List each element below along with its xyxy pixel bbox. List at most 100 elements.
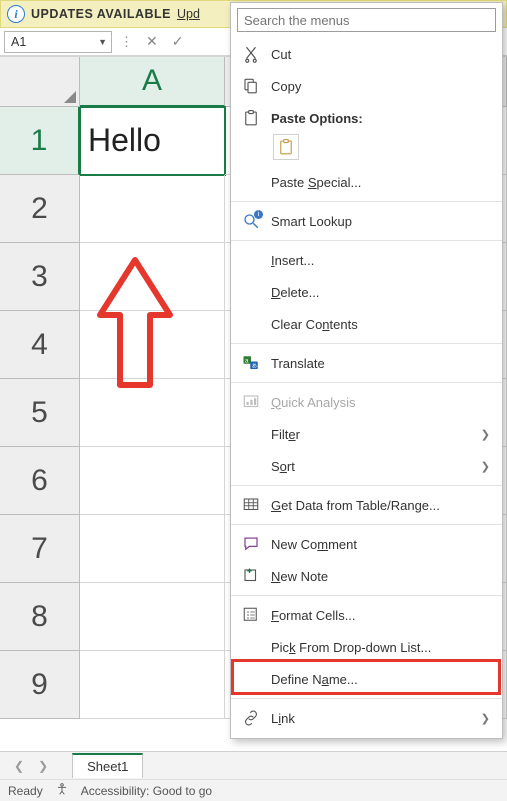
menu-divider <box>231 343 502 344</box>
status-ready: Ready <box>8 784 43 798</box>
menu-cut[interactable]: Cut <box>231 38 502 70</box>
menu-sort[interactable]: Sort ❯ <box>231 450 502 482</box>
menu-search-input[interactable] <box>237 8 496 32</box>
status-bar: Ready Accessibility: Good to go <box>0 779 507 801</box>
cell-a6[interactable] <box>80 447 225 515</box>
menu-divider <box>231 698 502 699</box>
svg-text:あ: あ <box>252 363 257 370</box>
menu-paste-options: Paste Options: <box>231 102 502 134</box>
name-box-value: A1 <box>11 35 26 49</box>
row-header-3[interactable]: 3 <box>0 243 80 311</box>
row-header-1[interactable]: 1 <box>0 107 80 175</box>
status-accessibility: Accessibility: Good to go <box>81 784 212 798</box>
menu-pick-list-label: Pick From Drop-down List... <box>271 640 490 655</box>
select-all-corner[interactable] <box>0 57 80 107</box>
comment-icon <box>241 535 261 553</box>
search-icon: i <box>241 212 261 230</box>
cell-a8[interactable] <box>80 583 225 651</box>
menu-paste-special[interactable]: Paste Special... <box>231 166 502 198</box>
menu-divider <box>231 201 502 202</box>
table-icon <box>241 496 261 514</box>
context-menu: Cut Copy Paste Options: Paste Special...… <box>230 2 503 739</box>
chevron-right-icon: ❯ <box>481 460 490 473</box>
menu-filter-label: Filter <box>271 427 471 442</box>
menu-insert[interactable]: Insert... <box>231 244 502 276</box>
cell-a5[interactable] <box>80 379 225 447</box>
updates-link[interactable]: Upd <box>177 7 200 21</box>
sheet-tabs: ❮ ❯ Sheet1 <box>0 751 507 779</box>
menu-link-label: Link <box>271 711 471 726</box>
row-header-9[interactable]: 9 <box>0 651 80 719</box>
menu-divider <box>231 382 502 383</box>
menu-delete-label: Delete... <box>271 285 490 300</box>
menu-clear-contents-label: Clear Contents <box>271 317 490 332</box>
accessibility-icon <box>55 782 69 799</box>
sheet-nav-next[interactable]: ❯ <box>34 759 52 773</box>
menu-filter[interactable]: Filter ❯ <box>231 418 502 450</box>
menu-clear-contents[interactable]: Clear Contents <box>231 308 502 340</box>
translate-icon: aあ <box>241 354 261 372</box>
row-header-5[interactable]: 5 <box>0 379 80 447</box>
format-cells-icon <box>241 606 261 624</box>
paste-default-button[interactable] <box>273 134 299 160</box>
row-header-6[interactable]: 6 <box>0 447 80 515</box>
row-header-7[interactable]: 7 <box>0 515 80 583</box>
menu-translate-label: Translate <box>271 356 490 371</box>
menu-quick-analysis-label: Quick Analysis <box>271 395 490 410</box>
menu-new-comment-label: New Comment <box>271 537 490 552</box>
accept-formula-icon[interactable]: ✓ <box>168 33 188 50</box>
sheet-tab-sheet1[interactable]: Sheet1 <box>72 753 143 778</box>
menu-new-note[interactable]: New Note <box>231 560 502 592</box>
menu-new-note-label: New Note <box>271 569 490 584</box>
cell-a2[interactable] <box>80 175 225 243</box>
name-box[interactable]: A1 ▼ <box>4 31 112 53</box>
row-header-8[interactable]: 8 <box>0 583 80 651</box>
sheet-tab-label: Sheet1 <box>87 759 128 774</box>
note-icon <box>241 567 261 585</box>
menu-define-name[interactable]: Define Name... <box>231 663 502 695</box>
info-icon: i <box>7 5 25 23</box>
copy-icon <box>241 77 261 95</box>
menu-translate[interactable]: aあ Translate <box>231 347 502 379</box>
row-header-2[interactable]: 2 <box>0 175 80 243</box>
menu-paste-special-label: Paste Special... <box>271 175 490 190</box>
menu-copy-label: Copy <box>271 79 490 94</box>
menu-delete[interactable]: Delete... <box>231 276 502 308</box>
menu-format-cells[interactable]: Format Cells... <box>231 599 502 631</box>
chevron-right-icon: ❯ <box>481 712 490 725</box>
chevron-down-icon[interactable]: ▼ <box>98 37 107 47</box>
menu-search-wrap <box>237 8 496 32</box>
updates-text: UPDATES AVAILABLE <box>31 7 171 21</box>
chevron-right-icon: ❯ <box>481 428 490 441</box>
formula-bar-grip: ⋮ <box>118 34 136 50</box>
quick-analysis-icon <box>241 393 261 411</box>
menu-link[interactable]: Link ❯ <box>231 702 502 734</box>
cell-a9[interactable] <box>80 651 225 719</box>
menu-quick-analysis: Quick Analysis <box>231 386 502 418</box>
menu-pick-list[interactable]: Pick From Drop-down List... <box>231 631 502 663</box>
menu-paste-options-label: Paste Options: <box>271 111 490 126</box>
cut-icon <box>241 45 261 63</box>
column-header-a[interactable]: A <box>80 57 225 107</box>
cell-a3[interactable] <box>80 243 225 311</box>
menu-divider <box>231 485 502 486</box>
cancel-formula-icon[interactable]: ✕ <box>142 33 162 50</box>
menu-sort-label: Sort <box>271 459 471 474</box>
menu-copy[interactable]: Copy <box>231 70 502 102</box>
menu-cut-label: Cut <box>271 47 490 62</box>
cell-a1[interactable]: Hello <box>80 107 225 175</box>
cell-a4[interactable] <box>80 311 225 379</box>
menu-format-cells-label: Format Cells... <box>271 608 490 623</box>
sheet-nav-prev[interactable]: ❮ <box>10 759 28 773</box>
cell-a7[interactable] <box>80 515 225 583</box>
menu-get-data[interactable]: Get Data from Table/Range... <box>231 489 502 521</box>
row-header-4[interactable]: 4 <box>0 311 80 379</box>
menu-get-data-label: Get Data from Table/Range... <box>271 498 490 513</box>
menu-insert-label: Insert... <box>271 253 490 268</box>
menu-smart-lookup-label: Smart Lookup <box>271 214 490 229</box>
menu-divider <box>231 240 502 241</box>
menu-new-comment[interactable]: New Comment <box>231 528 502 560</box>
link-icon <box>241 709 261 727</box>
menu-smart-lookup[interactable]: i Smart Lookup <box>231 205 502 237</box>
menu-define-name-label: Define Name... <box>271 672 490 687</box>
